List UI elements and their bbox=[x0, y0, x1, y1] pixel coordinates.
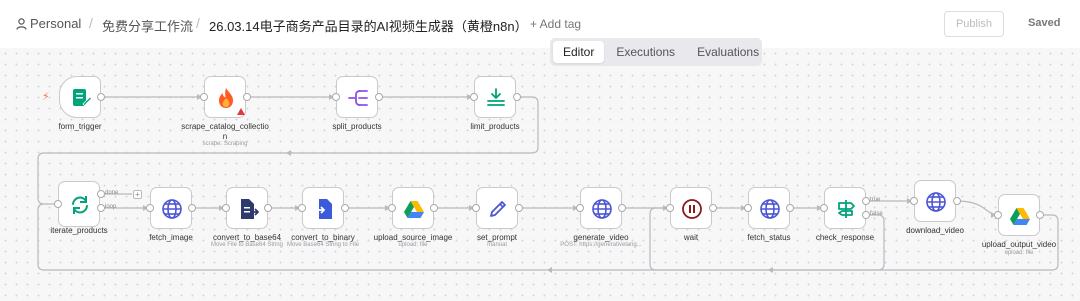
top-header: Personal / 免费分享工作流 / 26.03.14电子商务产品目录的AI… bbox=[0, 0, 1080, 48]
branch-label-true: true bbox=[870, 197, 881, 203]
output-handle[interactable] bbox=[430, 204, 438, 212]
tab-editor[interactable]: Editor bbox=[553, 41, 605, 63]
globe-icon bbox=[760, 199, 780, 219]
node-iterate-products[interactable] bbox=[58, 181, 100, 227]
limit-icon bbox=[487, 88, 505, 106]
input-handle[interactable] bbox=[470, 93, 478, 101]
tab-executions[interactable]: Executions bbox=[606, 41, 685, 63]
output-handle-true[interactable] bbox=[862, 197, 870, 205]
node-subtitle: manual bbox=[487, 242, 507, 248]
input-handle[interactable] bbox=[994, 211, 1002, 219]
globe-icon bbox=[162, 199, 182, 219]
workflow-title[interactable]: 26.03.14电子商务产品目录的AI视频生成器（黄橙n8n） bbox=[209, 16, 528, 35]
add-node-button[interactable]: + bbox=[133, 190, 142, 199]
tab-evaluations[interactable]: Evaluations bbox=[687, 41, 769, 63]
input-handle[interactable] bbox=[910, 197, 918, 205]
output-handle[interactable] bbox=[264, 204, 272, 212]
input-handle[interactable] bbox=[222, 204, 230, 212]
saved-status: Saved bbox=[1028, 17, 1061, 29]
node-form-trigger[interactable] bbox=[59, 76, 101, 118]
flame-icon bbox=[219, 88, 233, 108]
google-drive-icon bbox=[404, 201, 424, 218]
globe-icon bbox=[592, 199, 612, 219]
node-generate-video[interactable] bbox=[580, 187, 622, 229]
node-limit-products[interactable] bbox=[474, 76, 516, 118]
input-handle[interactable] bbox=[744, 204, 752, 212]
node-wait[interactable] bbox=[670, 187, 712, 229]
input-handle[interactable] bbox=[820, 204, 828, 212]
form-icon bbox=[73, 89, 92, 107]
file-export-icon bbox=[241, 199, 259, 219]
output-handle[interactable] bbox=[515, 204, 523, 212]
breadcrumb-separator: / bbox=[89, 15, 93, 31]
output-handle-done[interactable] bbox=[97, 190, 105, 198]
node-subtitle: POST: https://generativelang... bbox=[560, 242, 642, 248]
node-label: upload_output_video bbox=[981, 240, 1057, 249]
output-handle[interactable] bbox=[243, 93, 251, 101]
branch-label-false: false bbox=[870, 211, 883, 217]
person-icon bbox=[16, 18, 27, 30]
node-fetch-status[interactable] bbox=[748, 187, 790, 229]
output-handle[interactable] bbox=[375, 93, 383, 101]
node-label: form_trigger bbox=[58, 122, 102, 131]
node-label: set_prompt bbox=[476, 233, 518, 242]
node-label-wrap: n bbox=[222, 132, 228, 141]
workflow-canvas[interactable] bbox=[0, 48, 1080, 301]
output-handle-false[interactable] bbox=[862, 211, 870, 219]
node-upload-output-video[interactable] bbox=[998, 194, 1040, 236]
breadcrumb-folder[interactable]: 免费分享工作流 bbox=[102, 16, 193, 35]
branch-label-done: done bbox=[105, 190, 119, 196]
breadcrumb-personal[interactable]: Personal bbox=[30, 16, 81, 31]
publish-button[interactable]: Publish bbox=[944, 11, 1004, 37]
node-split-products[interactable] bbox=[336, 76, 378, 118]
output-handle[interactable] bbox=[618, 204, 626, 212]
node-convert-to-binary[interactable] bbox=[302, 187, 344, 229]
output-handle[interactable] bbox=[1036, 211, 1044, 219]
pause-icon bbox=[682, 199, 702, 219]
signpost-icon bbox=[838, 200, 855, 218]
output-handle[interactable] bbox=[513, 93, 521, 101]
input-handle[interactable] bbox=[146, 204, 154, 212]
globe-icon bbox=[926, 192, 946, 212]
add-tag-button[interactable]: + Add tag bbox=[530, 17, 581, 31]
input-handle[interactable] bbox=[388, 204, 396, 212]
input-handle[interactable] bbox=[666, 204, 674, 212]
output-handle[interactable] bbox=[188, 204, 196, 212]
node-label: download_video bbox=[906, 226, 964, 235]
output-handle[interactable] bbox=[97, 93, 105, 101]
node-label: split_products bbox=[332, 122, 382, 131]
input-handle[interactable] bbox=[472, 204, 480, 212]
google-drive-icon bbox=[1010, 208, 1030, 225]
pencil-icon bbox=[490, 201, 506, 217]
output-handle[interactable] bbox=[953, 197, 961, 205]
node-check-response[interactable] bbox=[824, 187, 866, 229]
node-label: scrape_catalog_collectio bbox=[181, 122, 269, 131]
branch-label-loop: loop bbox=[105, 204, 117, 210]
node-subtitle: scrape: Scraping bbox=[202, 141, 248, 147]
node-label: limit_products bbox=[470, 122, 520, 131]
file-import-icon bbox=[314, 199, 332, 219]
output-handle[interactable] bbox=[786, 204, 794, 212]
input-handle[interactable] bbox=[576, 204, 584, 212]
output-handle[interactable] bbox=[709, 204, 717, 212]
node-subtitle: upload: file bbox=[1004, 250, 1034, 256]
node-convert-to-base64[interactable] bbox=[226, 187, 268, 229]
node-upload-source-image[interactable] bbox=[392, 187, 434, 229]
node-set-prompt[interactable] bbox=[476, 187, 518, 229]
node-fetch-image[interactable] bbox=[150, 187, 192, 229]
input-handle[interactable] bbox=[54, 200, 62, 208]
node-scrape-catalog-collection[interactable] bbox=[204, 76, 246, 118]
output-handle-loop[interactable] bbox=[97, 204, 105, 212]
view-tabs: Editor Executions Evaluations bbox=[550, 38, 762, 66]
loop-icon bbox=[72, 196, 88, 214]
node-download-video[interactable] bbox=[914, 180, 956, 222]
split-icon bbox=[348, 90, 368, 106]
input-handle[interactable] bbox=[332, 93, 340, 101]
output-handle[interactable] bbox=[341, 204, 349, 212]
breadcrumb-separator: / bbox=[196, 15, 200, 31]
trigger-bolt-icon: ⚡ bbox=[42, 91, 50, 103]
input-handle[interactable] bbox=[298, 204, 306, 212]
input-handle[interactable] bbox=[200, 93, 208, 101]
warning-icon bbox=[237, 108, 245, 115]
